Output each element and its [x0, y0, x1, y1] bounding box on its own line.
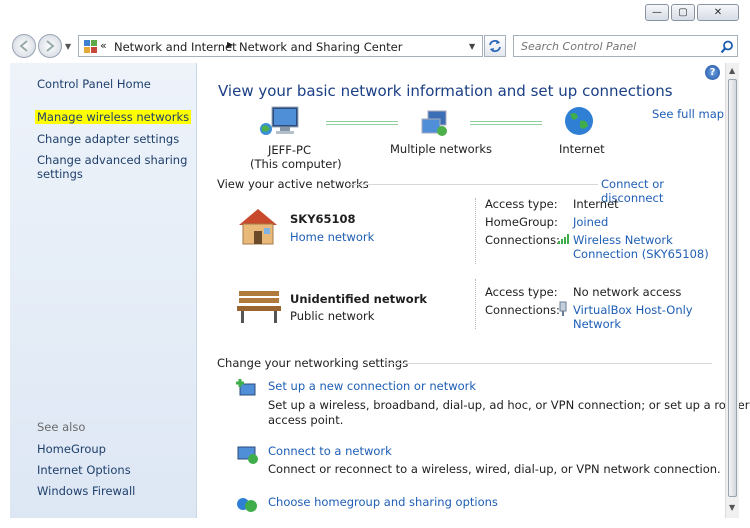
sidebar-link-homegroup[interactable]: HomeGroup — [37, 442, 106, 456]
back-arrow-icon — [19, 40, 28, 52]
multiple-networks-icon — [421, 110, 447, 136]
sidebar-item-manage-wireless-networks[interactable]: Manage wireless networks — [35, 110, 192, 124]
search-icon[interactable] — [720, 40, 734, 54]
navigation-bar: ▼ « Network and Internet ▶ Network and S… — [0, 30, 740, 62]
back-button[interactable] — [12, 34, 36, 58]
scroll-thumb[interactable] — [728, 79, 737, 497]
help-icon[interactable]: ? — [705, 65, 720, 80]
network-2-name: Unidentified network — [290, 292, 428, 306]
network-2-connection-link-cont[interactable]: Network — [573, 317, 621, 331]
network-2-access-label: Access type: — [485, 285, 558, 299]
internet-label: Internet — [559, 142, 605, 156]
wireless-signal-icon — [558, 234, 569, 244]
network-1-connections-label: Connections: — [485, 233, 560, 247]
history-dropdown-icon[interactable]: ▼ — [65, 42, 71, 51]
task-setup-new-connection-link[interactable]: Set up a new connection or network — [268, 379, 476, 393]
task-setup-new-connection-desc: Set up a wireless, broadband, dial-up, a… — [268, 398, 750, 412]
connect-or-disconnect-link[interactable]: Connect or disconnect — [601, 177, 725, 205]
task-connect-to-network-desc: Connect or reconnect to a wireless, wire… — [268, 462, 721, 476]
network-1-access-value: Internet — [573, 197, 619, 211]
vertical-scrollbar[interactable]: ▲ ▼ — [725, 63, 739, 518]
network-1-name: SKY65108 — [290, 212, 356, 226]
active-networks-title: View your active networks — [217, 177, 369, 191]
homegroup-sharing-icon — [237, 498, 257, 512]
network-2-connections-label: Connections: — [485, 303, 560, 317]
network-1-access-label: Access type: — [485, 197, 558, 211]
close-button[interactable]: ✕ — [697, 4, 739, 21]
task-homegroup-sharing-link[interactable]: Choose homegroup and sharing options — [268, 495, 498, 509]
task-setup-new-connection-desc-cont: access point. — [268, 413, 344, 427]
breadcrumb-network-and-internet[interactable]: Network and Internet — [114, 40, 237, 54]
see-full-map-link[interactable]: See full map — [652, 107, 724, 121]
forward-arrow-icon — [46, 40, 55, 52]
sidebar-link-internet-options[interactable]: Internet Options — [37, 463, 131, 477]
scroll-down-icon[interactable]: ▼ — [729, 503, 735, 512]
internet-globe-icon — [565, 107, 593, 135]
network-1-connection-link[interactable]: Wireless Network — [573, 233, 673, 247]
breadcrumb-overflow-icon[interactable]: « — [100, 39, 107, 52]
network-2-type: Public network — [290, 309, 375, 323]
network-2-access-value: No network access — [573, 285, 682, 299]
search-input[interactable] — [519, 39, 714, 54]
network-1-divider — [475, 198, 476, 264]
refresh-button[interactable] — [484, 35, 506, 57]
breadcrumb-separator-icon[interactable]: ▶ — [227, 40, 233, 49]
home-network-icon — [239, 209, 277, 245]
task-connect-to-network-link[interactable]: Connect to a network — [268, 444, 392, 458]
computer-icon — [260, 106, 299, 135]
connection-line-1 — [326, 121, 398, 125]
public-network-bench-icon — [237, 291, 281, 323]
control-panel-icon — [84, 40, 97, 53]
network-1-homegroup-label: HomeGroup: — [485, 215, 558, 229]
divider — [386, 363, 712, 364]
network-2-divider — [475, 279, 476, 329]
main-content: ? View your basic network information an… — [198, 63, 750, 518]
see-also-heading: See also — [37, 420, 86, 434]
minimize-button[interactable]: — — [645, 4, 669, 21]
wired-adapter-icon — [559, 301, 567, 316]
title-bar: — ▢ ✕ — [0, 0, 740, 30]
computer-name: JEFF-PC — [268, 143, 312, 157]
search-box[interactable] — [513, 35, 738, 57]
multiple-networks-label: Multiple networks — [390, 142, 493, 156]
sidebar-item-change-advanced-sharing[interactable]: Change advanced sharing — [37, 153, 187, 167]
sidebar: Control Panel Home Manage wireless netwo… — [10, 63, 197, 518]
connect-to-network-icon — [237, 446, 258, 464]
networking-settings-title: Change your networking settings — [217, 356, 409, 370]
network-1-type-link[interactable]: Home network — [290, 230, 374, 244]
computer-subtitle: (This computer) — [250, 157, 342, 171]
maximize-button[interactable]: ▢ — [671, 4, 695, 21]
sidebar-item-change-advanced-sharing-cont[interactable]: settings — [37, 167, 83, 181]
sidebar-link-windows-firewall[interactable]: Windows Firewall — [37, 484, 135, 498]
forward-button[interactable] — [38, 34, 62, 58]
network-1-connection-link-cont[interactable]: Connection (SKY65108) — [573, 247, 709, 261]
network-1-homegroup-link[interactable]: Joined — [573, 215, 608, 229]
sidebar-item-change-adapter-settings[interactable]: Change adapter settings — [37, 132, 179, 146]
address-dropdown-icon[interactable]: ▼ — [469, 42, 475, 51]
new-connection-icon — [236, 379, 256, 396]
sidebar-control-panel-home[interactable]: Control Panel Home — [37, 77, 151, 91]
page-title: View your basic network information and … — [218, 82, 673, 100]
network-2-connection-link[interactable]: VirtualBox Host-Only — [573, 303, 693, 317]
refresh-icon — [489, 40, 501, 52]
divider — [350, 184, 598, 185]
scroll-up-icon[interactable]: ▲ — [729, 66, 735, 75]
breadcrumb-network-and-sharing-center[interactable]: Network and Sharing Center — [239, 40, 402, 54]
address-bar[interactable]: « Network and Internet ▶ Network and Sha… — [78, 35, 483, 57]
connection-line-2 — [470, 121, 542, 125]
